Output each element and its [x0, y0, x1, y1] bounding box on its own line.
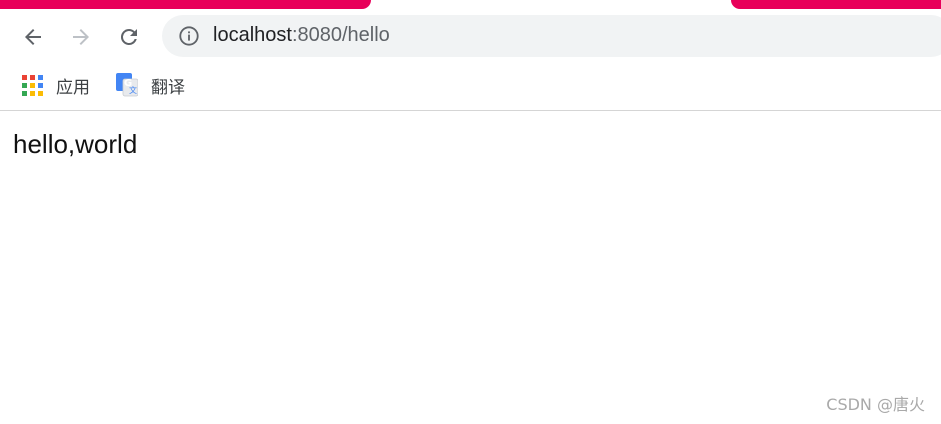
- tab-accent-right: [731, 0, 941, 9]
- bookmark-translate[interactable]: G 文 翻译: [116, 72, 185, 98]
- bookmark-apps[interactable]: 应用: [22, 72, 90, 98]
- browser-window: localhost:8080/hello 应用 G 文 翻译 hello,wor…: [0, 0, 941, 424]
- tab-accent-left: [0, 0, 371, 9]
- back-button[interactable]: [17, 21, 49, 53]
- bookmark-apps-label: 应用: [56, 77, 90, 98]
- arrow-left-icon: [25, 29, 41, 45]
- watermark: CSDN @唐火: [826, 395, 925, 414]
- bookmarks-bar: 应用 G 文 翻译: [0, 64, 941, 111]
- forward-button[interactable]: [65, 21, 97, 53]
- arrow-right-icon: [73, 29, 89, 45]
- reload-button[interactable]: [113, 21, 145, 53]
- bookmark-translate-label: 翻译: [151, 77, 185, 98]
- info-icon[interactable]: [178, 25, 200, 47]
- url-host: localhost: [213, 24, 292, 46]
- google-translate-icon: G 文: [116, 73, 138, 97]
- browser-toolbar: localhost:8080/hello: [0, 9, 941, 64]
- url-text[interactable]: localhost:8080/hello: [213, 24, 390, 47]
- url-path: :8080/hello: [291, 24, 390, 46]
- address-bar[interactable]: localhost:8080/hello: [162, 15, 941, 57]
- tab-strip: [0, 0, 941, 9]
- reload-icon: [120, 28, 137, 45]
- page-body-text: hello,world: [13, 129, 138, 159]
- svg-text:文: 文: [129, 85, 137, 95]
- apps-grid-icon: [22, 74, 43, 96]
- page-content: hello,world CSDN @唐火: [0, 112, 941, 424]
